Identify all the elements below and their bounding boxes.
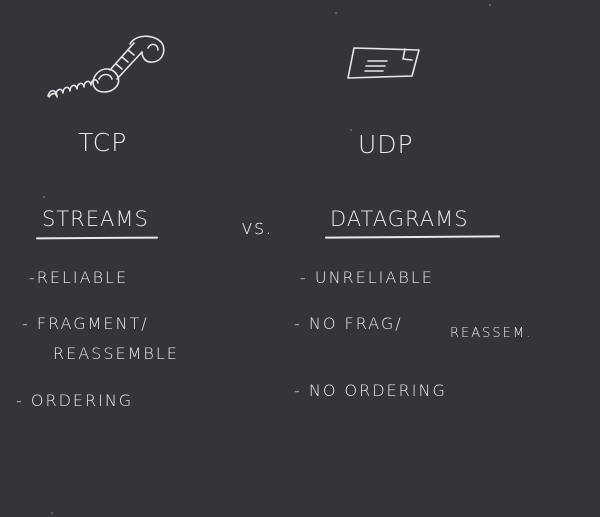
udp-item-unreliable: - Unreliable	[300, 268, 434, 287]
udp-item-no-frag: - No Frag/	[294, 314, 403, 333]
udp-item-reassem: reassem.	[450, 326, 533, 341]
chalk-speck	[350, 129, 352, 131]
tcp-item-reliable: -Reliable	[29, 268, 129, 287]
chalk-speck	[43, 196, 45, 198]
tcp-item-ordering: - Ordering	[16, 391, 134, 410]
tcp-item-reassemble: reassemble	[53, 344, 179, 363]
chalk-speck	[489, 4, 491, 6]
streams-heading: Streams	[42, 207, 149, 231]
chalk-speck	[335, 12, 337, 14]
chalkboard: TCP Streams -Reliable - Fragment/ reasse…	[0, 0, 600, 517]
tcp-title: TCP	[78, 128, 128, 157]
datagrams-heading: Datagrams	[330, 207, 469, 231]
udp-item-no-ordering: - No Ordering	[294, 381, 447, 400]
datagrams-underline	[324, 235, 501, 239]
streams-underline	[35, 236, 159, 240]
envelope-icon	[347, 47, 420, 79]
tcp-item-fragment: - Fragment/	[22, 314, 149, 333]
udp-title: UDP	[358, 130, 414, 159]
telephone-handset-icon	[47, 35, 165, 98]
chalk-speck	[51, 512, 53, 514]
vs-label: vs.	[241, 215, 273, 239]
